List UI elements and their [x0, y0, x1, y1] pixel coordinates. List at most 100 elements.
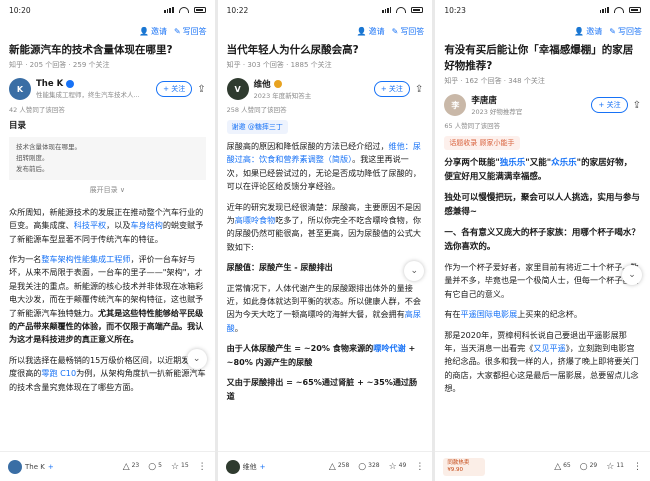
upvote-button[interactable]: △ 65 [554, 462, 571, 472]
comment-button[interactable]: ○ 5 [148, 462, 162, 472]
top-bar: 👤 邀请 ✎ 写回答 [0, 20, 215, 42]
comment-icon: ○ [148, 461, 157, 472]
more-button[interactable]: ⋮ [633, 462, 642, 472]
bottom-author-name[interactable]: The K [25, 463, 45, 471]
edit-icon: ✎ [609, 26, 616, 36]
inline-link[interactable]: 独乐乐 [500, 158, 526, 168]
upvote-button[interactable]: △ 23 [123, 462, 140, 472]
expand-toc-button[interactable]: 展开目录 ∨ [9, 184, 206, 197]
screen-3: 10:23 👤 邀请 ✎ 写回答 有没有买后能让你「幸福感爆棚」的家居好物推荐? 知… [435, 0, 650, 481]
favorite-button[interactable]: ☆ 11 [606, 462, 624, 472]
author-name[interactable]: 维他 [254, 78, 271, 90]
inline-link[interactable]: 平遥国际电影展 [461, 309, 518, 319]
battery-icon [411, 7, 424, 13]
paragraph: 众所周知，新能源技术的发展正在推动整个汽车行业的巨变。高集成度、科技平权，以及车… [9, 206, 204, 244]
status-time: 10:20 [9, 5, 31, 15]
scroll-down-button[interactable]: ⌄ [621, 265, 642, 285]
inline-link[interactable]: 科技平权 [74, 220, 106, 230]
inline-link[interactable]: 零跑 C10 [41, 368, 76, 378]
verified-icon [66, 80, 75, 88]
avatar[interactable]: V [226, 78, 249, 100]
favorite-button[interactable]: ☆ 49 [389, 462, 407, 472]
favorite-button[interactable]: ☆ 15 [171, 462, 189, 472]
star-icon: ☆ [170, 461, 180, 472]
bottom-author-name[interactable]: 维他 [243, 462, 257, 472]
question-meta: 知乎 · 162 个回答 · 348 个关注 [444, 77, 545, 85]
author-row: V 维他 2023 年度新知答主 + 关注 ⇪ [218, 70, 433, 100]
more-icon: ⋮ [632, 461, 642, 472]
upvote-button[interactable]: △ 258 [329, 462, 349, 472]
follow-button[interactable]: + 关注 [591, 97, 628, 113]
signal-icon [164, 7, 174, 13]
bottom-bar: 维他 + △ 258 ○ 328 ☆ 49 ⋮ [217, 451, 433, 481]
avatar[interactable]: 李 [444, 94, 467, 116]
bottom-follow-plus[interactable]: + [48, 463, 54, 471]
status-time: 10:22 [226, 5, 249, 15]
edit-icon: ✎ [391, 26, 399, 36]
scroll-down-button[interactable]: ⌄ [186, 349, 207, 369]
author-desc: 性能集成工程师，终生汽车技术人... [36, 91, 140, 99]
share-icon[interactable]: ⇪ [415, 84, 423, 95]
person-icon: 👤 [138, 26, 149, 36]
battery-icon [193, 7, 206, 13]
paragraph: 所以我选择在最畅销的15万级价格区间，以近期发布热度很高的零跑 C10为例，从架… [9, 354, 206, 392]
author-name[interactable]: 李唐唐 [471, 94, 497, 106]
inline-link[interactable]: 嘌呤代谢 [373, 343, 405, 353]
comment-button[interactable]: ○ 29 [580, 462, 598, 472]
paragraph: 独处可以慢慢把玩，聚会可以人人挑选，实用与参与感兼得~ [444, 193, 640, 217]
bottom-follow-plus[interactable]: + [260, 463, 266, 471]
approve-count: 42 人赞同了该回答 [9, 106, 65, 114]
avatar[interactable] [8, 459, 22, 474]
star-icon: ☆ [388, 461, 397, 472]
question-title[interactable]: 当代年轻人为什么尿酸会高? [218, 42, 433, 58]
write-answer-button[interactable]: ✎ 写回答 [609, 26, 642, 37]
inline-link[interactable]: 又见平遥 [533, 343, 565, 353]
mention-tag[interactable]: 谢邀 @糖摔三丁 [226, 120, 288, 134]
paragraph: 那是2020年，贾樟柯科长说自己要退出平遥影展那年，当天消息一出看完《又见平遥》… [444, 329, 639, 394]
author-name[interactable]: The K [36, 79, 63, 89]
paragraph: 近年的研究发现已经很清楚：尿酸高，主要原因不是因为高嘌呤食物吃多了，所以你完全不… [226, 201, 421, 252]
more-button[interactable]: ⋮ [415, 462, 424, 472]
paragraph: 分享两个既能"独乐乐"又能"众乐乐"的家居好物， 便宜好用又能满满幸福感。 [444, 158, 633, 182]
toc-item[interactable]: 发布前后。 [16, 164, 199, 175]
paragraph: 作为一个杯子爱好者，家里目前有将近二十个杯子。数量并不多，毕竟也是一个极简人士，… [444, 262, 639, 299]
inline-link[interactable]: 众乐乐 [551, 158, 577, 168]
bottom-bar: 同款热卖 ¥9.90 △ 65 ○ 29 ☆ 11 ⋮ [435, 451, 650, 481]
avatar[interactable]: K [9, 78, 31, 100]
invite-button[interactable]: 👤 邀请 [574, 26, 602, 37]
comment-button[interactable]: ○ 328 [358, 462, 379, 472]
shop-card[interactable]: 同款热卖 ¥9.90 [443, 457, 486, 476]
write-answer-button[interactable]: ✎ 写回答 [174, 26, 207, 37]
screen-1: 10:20 👤 邀请 ✎ 写回答 新能源汽车的技术含量体现在哪里? 知乎 · 205… [0, 0, 215, 481]
question-title[interactable]: 新能源汽车的技术含量体现在哪里? [0, 42, 215, 58]
bottom-bar: The K + △ 23 ○ 5 ☆ 15 ⋮ [0, 451, 215, 481]
avatar[interactable] [225, 459, 240, 474]
inline-link[interactable]: 车身结构 [130, 220, 162, 230]
status-bar: 10:20 [0, 0, 215, 20]
invite-button[interactable]: 👤 邀请 [357, 26, 385, 37]
toc-box: 技术含量体现在哪里。 扭转刚度。 发布前后。 [9, 137, 206, 181]
wifi-icon [178, 7, 189, 13]
topic-tag[interactable]: 话题收录 顾家小能手 [444, 136, 520, 150]
share-icon[interactable]: ⇪ [633, 100, 641, 111]
question-title[interactable]: 有没有买后能让你「幸福感爆棚」的家居好物推荐? [435, 42, 650, 74]
signal-icon [381, 7, 392, 13]
invite-button[interactable]: 👤 邀请 [139, 26, 167, 37]
answer-body: 尿酸高的原因和降低尿酸的方法已经介绍过，维他：尿酸过高：饮食和营养素调整（简版）… [218, 134, 433, 403]
toc-item[interactable]: 扭转刚度。 [16, 153, 199, 164]
follow-button[interactable]: + 关注 [156, 81, 193, 97]
write-answer-button[interactable]: ✎ 写回答 [392, 26, 425, 37]
approve-count: 258 人赞同了该回答 [226, 106, 287, 114]
battery-icon [628, 7, 641, 13]
comment-icon: ○ [358, 461, 367, 472]
toc-item[interactable]: 技术含量体现在哪里。 [16, 142, 199, 153]
more-icon: ⋮ [197, 461, 207, 472]
inline-link[interactable]: 高嘌呤食物 [235, 215, 275, 225]
status-bar: 10:23 [435, 0, 650, 20]
more-button[interactable]: ⋮ [198, 462, 207, 472]
share-icon[interactable]: ⇪ [197, 84, 205, 95]
signal-icon [599, 7, 609, 13]
follow-button[interactable]: + 关注 [373, 81, 410, 97]
inline-link[interactable]: 整车架构性能集成工程师 [41, 254, 130, 264]
upvote-icon: △ [328, 461, 336, 472]
